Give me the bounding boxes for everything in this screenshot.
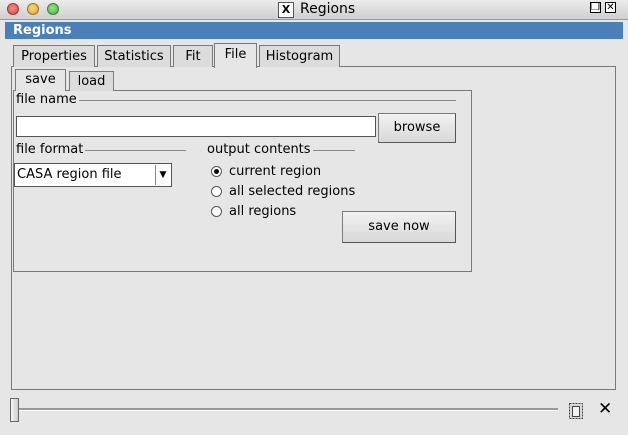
radio-current-region[interactable] [211,166,222,177]
file-format-select[interactable]: CASA region file ▼ [14,163,172,187]
subtab-load[interactable]: load [69,71,114,91]
browse-button[interactable]: browse [378,113,456,143]
float-dock-button[interactable]: ❐ [590,2,601,13]
tab-statistics[interactable]: Statistics [97,45,171,67]
radio-current-region-label: current region [229,164,322,179]
save-now-button[interactable]: save now [342,211,456,243]
minimize-window-button[interactable] [27,3,39,15]
tab-file[interactable]: File [214,43,257,68]
dock-header: Regions [5,22,623,39]
close-icon[interactable]: ✕ [598,400,612,418]
file-name-label: file name [16,92,79,107]
close-window-button[interactable] [7,3,19,15]
radio-all-selected-regions[interactable] [211,186,222,197]
radio-all-regions-label: all regions [229,204,297,219]
region-slider-handle[interactable] [10,398,19,422]
output-contents-label: output contents [207,142,313,157]
radio-all-regions[interactable] [211,206,222,217]
close-dock-button[interactable]: ✕ [605,2,616,13]
delete-region-icon[interactable] [566,402,586,420]
file-name-input[interactable] [16,116,376,137]
x11-icon: X [278,2,294,18]
file-format-value: CASA region file [17,167,122,182]
radio-all-selected-regions-label: all selected regions [229,184,356,199]
tab-fit[interactable]: Fit [173,45,213,67]
zoom-window-button[interactable] [47,3,59,15]
dock-title: Regions [13,23,72,38]
tab-properties[interactable]: Properties [13,45,95,67]
file-name-rule [74,100,456,101]
chevron-down-icon[interactable]: ▼ [155,165,170,185]
subtab-save[interactable]: save [15,69,66,91]
window-title: Regions [300,1,356,17]
file-format-label: file format [16,142,86,157]
file-format-rule [76,150,186,151]
region-slider-track[interactable] [13,408,558,411]
tab-histogram[interactable]: Histogram [259,45,340,67]
